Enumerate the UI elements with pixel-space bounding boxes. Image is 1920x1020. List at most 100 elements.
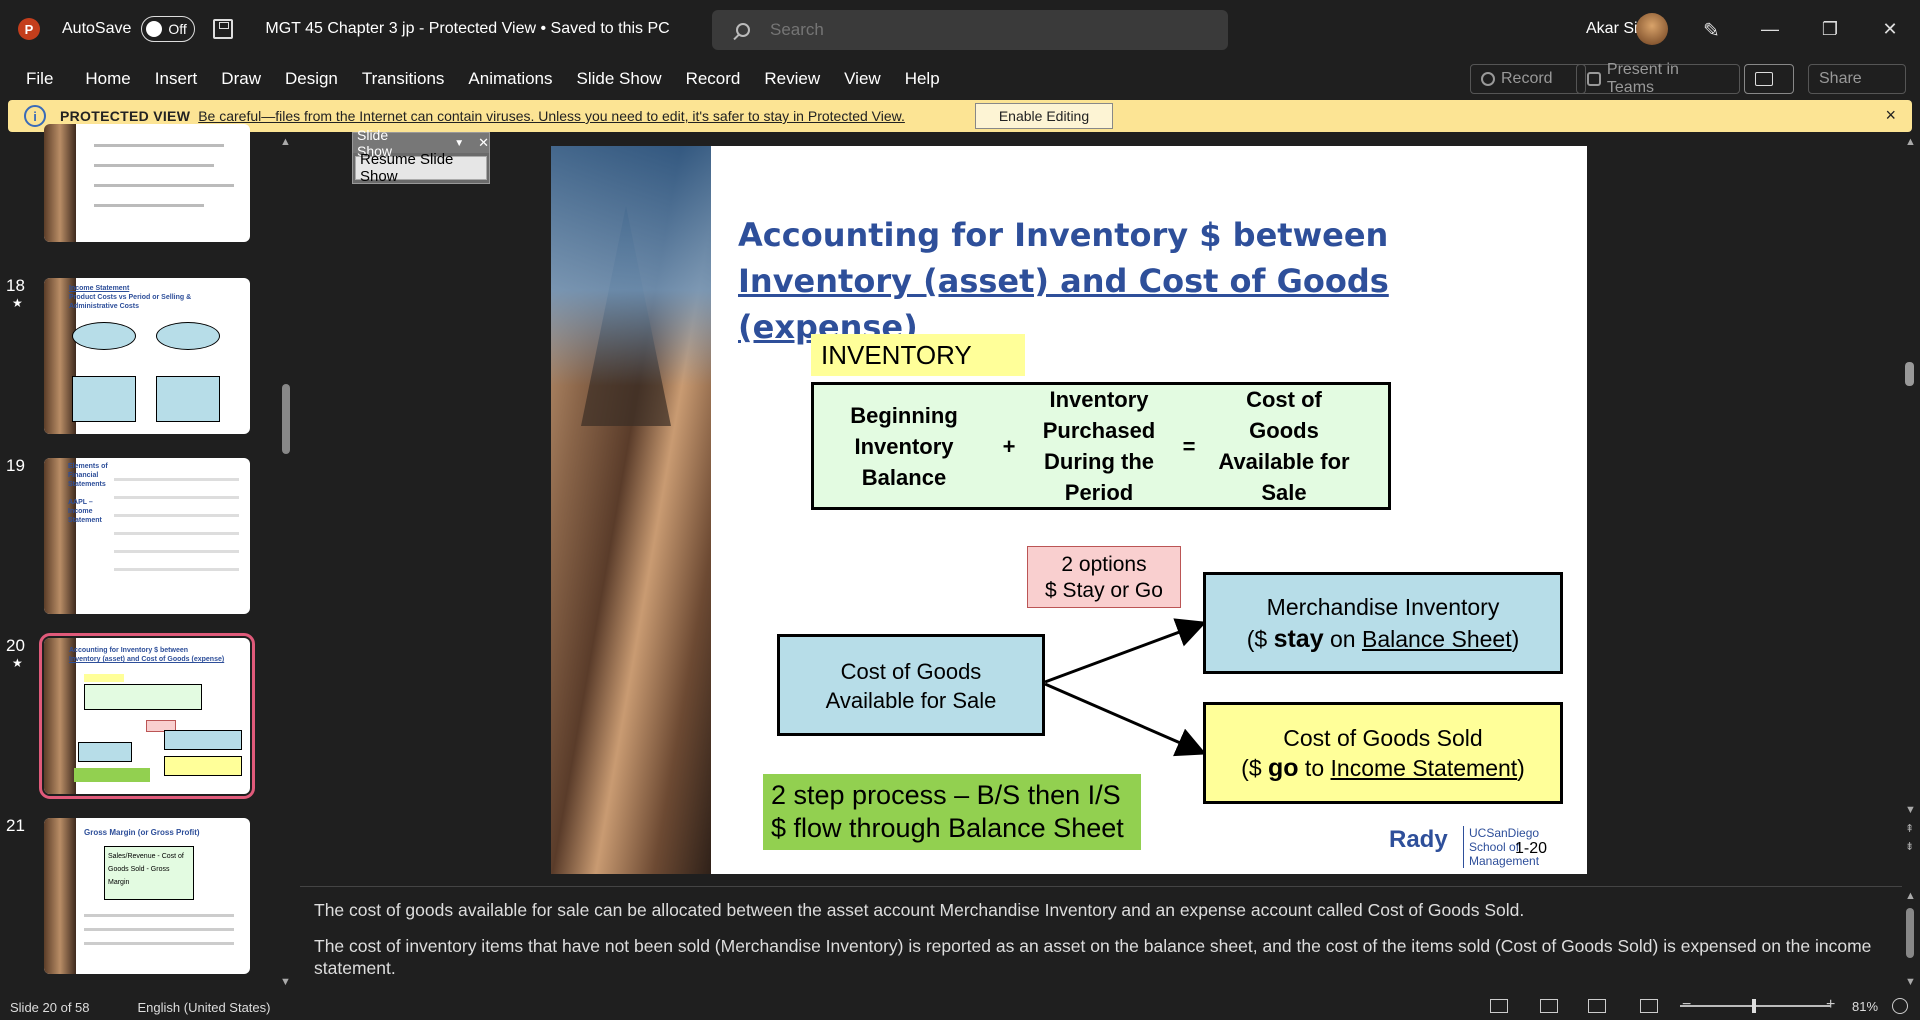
toggle-knob bbox=[146, 21, 163, 37]
sold-income-statement: Income Statement bbox=[1330, 755, 1518, 781]
autosave-state: Off bbox=[168, 21, 187, 37]
slide-sorter-icon[interactable] bbox=[1588, 999, 1606, 1013]
tab-help[interactable]: Help bbox=[893, 69, 952, 89]
autosave-label: AutoSave bbox=[62, 20, 132, 37]
thumbnail-pane: 18 ★ Income Statement Product Costs vs P… bbox=[0, 124, 298, 994]
tab-home[interactable]: Home bbox=[73, 69, 142, 89]
toolbar-close-icon[interactable]: ✕ bbox=[478, 135, 489, 151]
thumbnail-title: Income Statement bbox=[69, 285, 130, 292]
zoom-in-button[interactable]: + bbox=[1826, 996, 1835, 1014]
language[interactable]: English (United States) bbox=[138, 1000, 271, 1015]
merch-stay: stay bbox=[1273, 625, 1324, 653]
sold-line-1: Cost of Goods Sold bbox=[1283, 725, 1483, 751]
comment-icon bbox=[1755, 72, 1773, 86]
tab-record[interactable]: Record bbox=[674, 69, 753, 89]
protected-view-message[interactable]: Be careful—files from the Internet can c… bbox=[198, 108, 905, 124]
thumbnail-title: Gross Margin (or Gross Profit) bbox=[84, 828, 200, 837]
slide-show-toolbar-header[interactable]: Slide Show ▼ ✕ bbox=[353, 127, 489, 159]
present-label: Present in Teams bbox=[1606, 61, 1679, 96]
thumbnail-slide-19[interactable]: Elements of Financial Statements AAPL – … bbox=[44, 458, 250, 614]
merchandise-inventory-box: Merchandise Inventory ($ stay on Balance… bbox=[1203, 572, 1563, 674]
scroll-up-icon[interactable]: ▲ bbox=[1905, 890, 1916, 902]
scroll-up-icon[interactable]: ▲ bbox=[280, 136, 291, 148]
arrow-to-merchandise bbox=[1044, 618, 1207, 684]
slide-number-20: 20 bbox=[6, 636, 25, 655]
thumbnail-subtitle: AAPL – Income Statement bbox=[68, 499, 102, 524]
scroll-down-icon[interactable]: ▼ bbox=[1905, 976, 1916, 988]
scroll-down-icon[interactable]: ▼ bbox=[1905, 804, 1916, 816]
protected-view-bar: i PROTECTED VIEW Be careful—files from t… bbox=[8, 100, 1912, 132]
slide-scrollbar[interactable]: ▲ ▼ ⇞ ⇟ bbox=[1902, 134, 1918, 886]
avatar[interactable] bbox=[1636, 13, 1668, 45]
record-button[interactable]: Record bbox=[1470, 64, 1586, 94]
share-button[interactable]: Share bbox=[1808, 64, 1906, 94]
scroll-down-icon[interactable]: ▼ bbox=[280, 976, 291, 988]
comments-button[interactable] bbox=[1744, 64, 1794, 94]
sold-go: go bbox=[1268, 754, 1299, 782]
reading-view-icon[interactable] bbox=[1640, 999, 1658, 1013]
search-input[interactable] bbox=[770, 20, 1170, 40]
tab-draw[interactable]: Draw bbox=[209, 69, 273, 89]
restore-button[interactable]: ❐ bbox=[1810, 12, 1850, 46]
fit-to-window-icon[interactable] bbox=[1892, 998, 1908, 1014]
autosave-toggle[interactable]: Off bbox=[141, 16, 196, 42]
animation-star-icon: ★ bbox=[12, 656, 23, 670]
slide-number-19: 19 bbox=[6, 456, 25, 475]
tab-transitions[interactable]: Transitions bbox=[350, 69, 457, 89]
slide-page-number: 1-20 bbox=[1515, 840, 1548, 857]
thumbnail-slide-20[interactable]: Accounting for Inventory $ between Inven… bbox=[39, 633, 255, 799]
thumbnail-slide-18[interactable]: Income Statement Product Costs vs Period… bbox=[44, 278, 250, 434]
merch-balance-sheet: Balance Sheet bbox=[1361, 626, 1512, 652]
notes-scrollbar[interactable]: ▲ ▼ bbox=[1902, 886, 1918, 994]
speaker-notes[interactable]: The cost of goods available for sale can… bbox=[300, 886, 1902, 994]
previous-slide-icon[interactable]: ⇞ bbox=[1905, 822, 1914, 835]
zoom-slider-thumb[interactable] bbox=[1752, 999, 1756, 1013]
slide-canvas[interactable]: Accounting for Inventory $ between Inven… bbox=[551, 146, 1587, 874]
rady-logo: Rady bbox=[1389, 826, 1448, 853]
minimize-button[interactable]: — bbox=[1750, 12, 1790, 46]
scrollbar-thumb[interactable] bbox=[1905, 362, 1914, 386]
normal-view-icon[interactable] bbox=[1540, 999, 1558, 1013]
resume-slide-show-button[interactable]: Resume Slide Show bbox=[355, 151, 487, 185]
share-label: Share bbox=[1819, 70, 1862, 87]
tab-design[interactable]: Design bbox=[273, 69, 350, 89]
present-in-teams-button[interactable]: Present in Teams bbox=[1576, 61, 1740, 96]
slide-show-toolbar: Slide Show ▼ ✕ Resume Slide Show bbox=[352, 127, 490, 185]
search-box[interactable] bbox=[712, 10, 1228, 50]
next-slide-icon[interactable]: ⇟ bbox=[1905, 840, 1914, 853]
merch-open: ($ bbox=[1246, 626, 1274, 652]
close-button[interactable]: ✕ bbox=[1870, 12, 1910, 46]
thumbnail-slide-17[interactable] bbox=[44, 124, 250, 242]
ucsd-logo-line-1: UCSanDiego bbox=[1469, 826, 1540, 840]
tab-slide-show[interactable]: Slide Show bbox=[565, 69, 674, 89]
tab-review[interactable]: Review bbox=[752, 69, 832, 89]
merch-line-1: Merchandise Inventory bbox=[1266, 594, 1500, 620]
scroll-up-icon[interactable]: ▲ bbox=[1905, 136, 1916, 148]
thumbnail-title: Accounting for Inventory $ between bbox=[69, 647, 189, 654]
zoom-slider[interactable] bbox=[1680, 999, 1830, 1013]
slide-number-18: 18 bbox=[6, 276, 25, 295]
protected-view-close-icon[interactable]: × bbox=[1885, 105, 1896, 126]
scrollbar-thumb[interactable] bbox=[282, 384, 290, 454]
merch-on: on bbox=[1323, 626, 1362, 652]
save-icon[interactable] bbox=[213, 19, 234, 39]
dropdown-arrow-icon[interactable]: ▼ bbox=[454, 138, 464, 149]
zoom-level[interactable]: 81% bbox=[1852, 999, 1878, 1014]
scrollbar-thumb[interactable] bbox=[1906, 908, 1914, 958]
pen-icon[interactable]: ✎ bbox=[1703, 18, 1725, 42]
tab-insert[interactable]: Insert bbox=[143, 69, 210, 89]
thumbnail-slide-21[interactable]: Gross Margin (or Gross Profit) Sales/Rev… bbox=[44, 818, 250, 974]
tab-file[interactable]: File bbox=[14, 69, 73, 89]
notes-view-icon[interactable] bbox=[1490, 999, 1508, 1013]
thumbnail-subtitle: Sales/Revenue - Cost of Goods Sold - Gro… bbox=[104, 846, 194, 900]
thumbnail-building-image bbox=[44, 124, 76, 242]
step-line-1: 2 step process – B/S then I/S bbox=[771, 780, 1121, 810]
tab-animations[interactable]: Animations bbox=[456, 69, 564, 89]
cogs-sold-box: Cost of Goods Sold ($ go to Income State… bbox=[1203, 702, 1563, 804]
thumbnail-scrollbar[interactable]: ▲ ▼ bbox=[278, 134, 294, 994]
tab-view[interactable]: View bbox=[832, 69, 893, 89]
cogs-available-box: Cost of Goods Available for Sale bbox=[777, 634, 1045, 736]
enable-editing-button[interactable]: Enable Editing bbox=[975, 103, 1113, 129]
slide-number-21: 21 bbox=[6, 816, 25, 835]
arrow-to-cogs-sold bbox=[1044, 682, 1207, 757]
